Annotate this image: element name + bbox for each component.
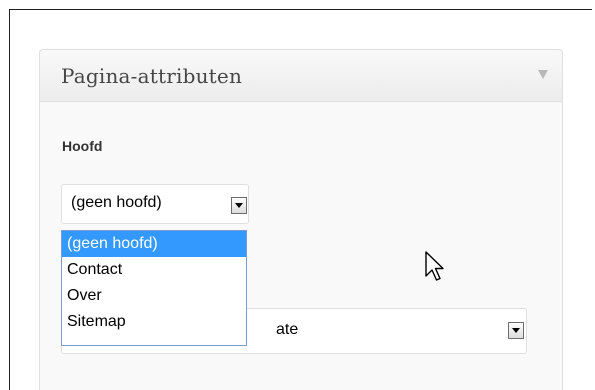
parent-dropdown-list: (geen hoofd) Contact Over Sitemap	[61, 230, 247, 346]
parent-select[interactable]: (geen hoofd)	[61, 184, 249, 224]
dropdown-option-sitemap[interactable]: Sitemap	[62, 309, 246, 335]
mouse-pointer-icon	[425, 251, 444, 281]
dropdown-option-geen-hoofd[interactable]: (geen hoofd)	[62, 231, 246, 257]
template-select-value: ate	[276, 321, 299, 338]
dropdown-option-contact[interactable]: Contact	[62, 257, 246, 283]
metabox-header[interactable]: Pagina-attributen	[40, 50, 562, 102]
metabox-title: Pagina-attributen	[61, 64, 243, 88]
parent-label: Hoofd	[62, 138, 103, 154]
chevron-down-icon[interactable]	[231, 197, 247, 214]
dropdown-option-over[interactable]: Over	[62, 283, 246, 309]
chevron-down-icon[interactable]	[508, 322, 524, 339]
parent-select-value: (geen hoofd)	[71, 194, 162, 211]
triangle-down-icon[interactable]	[538, 70, 548, 79]
